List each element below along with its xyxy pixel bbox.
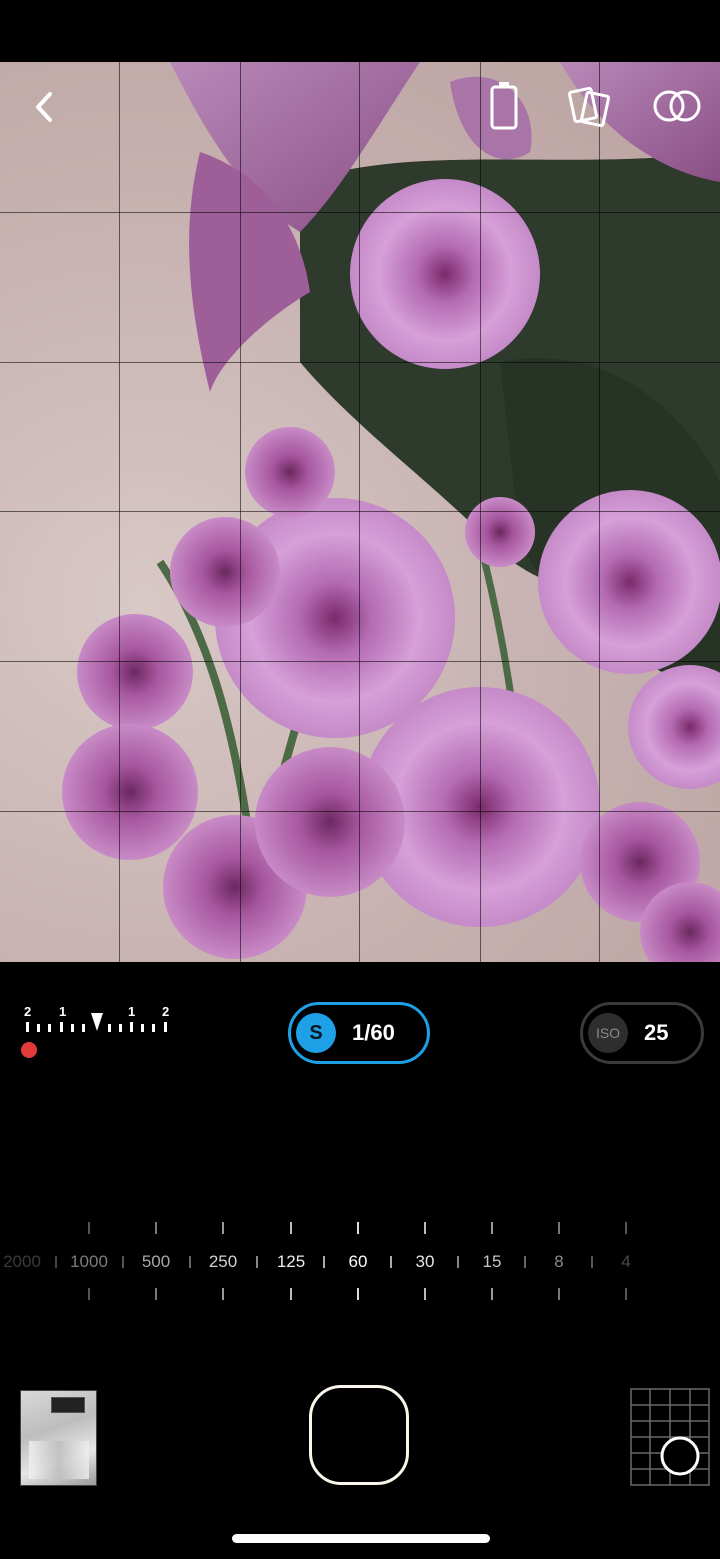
ev-center-marker xyxy=(91,1013,103,1031)
grid-line xyxy=(480,62,481,962)
scale-separator xyxy=(256,1256,258,1268)
scale-tick xyxy=(155,1222,157,1234)
grid-icon[interactable] xyxy=(630,1388,710,1486)
grid-line xyxy=(0,511,720,512)
ev-tick xyxy=(119,1024,122,1032)
home-indicator[interactable] xyxy=(232,1534,490,1543)
iso-control[interactable]: ISO 25 xyxy=(580,1002,704,1064)
scale-tick xyxy=(290,1222,292,1234)
scale-separator xyxy=(524,1256,526,1268)
scale-tick xyxy=(290,1288,292,1300)
scale-label: 1000 xyxy=(70,1252,108,1271)
shutter-mode-badge: S xyxy=(296,1013,336,1053)
double-exposure-icon[interactable] xyxy=(652,88,702,124)
ev-label: 2 xyxy=(24,1004,32,1019)
scale-label: 500 xyxy=(141,1252,171,1271)
scale-label: 250 xyxy=(208,1252,238,1271)
ev-tick xyxy=(152,1024,155,1032)
ev-label: 1 xyxy=(128,1004,136,1019)
scale-label: 2000 xyxy=(3,1252,41,1271)
grid-line xyxy=(0,212,720,213)
scale-label: 8 xyxy=(554,1252,564,1271)
ev-tick xyxy=(164,1022,167,1032)
scale-separator xyxy=(390,1256,392,1268)
chevron-left-icon[interactable] xyxy=(30,90,58,124)
scale-tick xyxy=(88,1288,90,1300)
grid-line xyxy=(599,62,600,962)
ev-tick xyxy=(71,1024,74,1032)
shutter-speed-control[interactable]: S 1/60 xyxy=(288,1002,430,1064)
scale-tick xyxy=(88,1222,90,1234)
ev-label: 2 xyxy=(162,1004,170,1019)
scale-tick xyxy=(222,1222,224,1234)
scale-tick xyxy=(625,1222,627,1234)
scale-label: 125 xyxy=(276,1252,306,1271)
capture-button[interactable] xyxy=(309,1385,409,1485)
scale-tick xyxy=(155,1288,157,1300)
last-photo-thumbnail[interactable] xyxy=(20,1390,97,1486)
battery-icon xyxy=(490,82,518,130)
lens-flip-icon[interactable] xyxy=(566,82,614,130)
ev-tick xyxy=(130,1022,133,1032)
scale-separator xyxy=(323,1256,325,1268)
scale-tick xyxy=(357,1222,359,1234)
ev-tick xyxy=(60,1022,63,1032)
scale-separator xyxy=(55,1256,57,1268)
scale-tick xyxy=(625,1288,627,1300)
ev-tick xyxy=(48,1024,51,1032)
ev-label: 1 xyxy=(59,1004,67,1019)
ev-tick xyxy=(141,1024,144,1032)
scale-label: 4 xyxy=(621,1252,631,1271)
grid-line xyxy=(0,362,720,363)
exposure-indicator-dot xyxy=(21,1042,37,1058)
scale-separator xyxy=(457,1256,459,1268)
shutter-speed-value: 1/60 xyxy=(352,1020,395,1045)
scale-tick xyxy=(491,1222,493,1234)
grid-line xyxy=(0,661,720,662)
scale-tick xyxy=(424,1222,426,1234)
scale-label: 15 xyxy=(482,1252,502,1271)
scale-tick xyxy=(491,1288,493,1300)
camera-preview-image xyxy=(62,62,720,962)
grid-line xyxy=(359,62,360,962)
scale-separator xyxy=(189,1256,191,1268)
thumbnail-detail xyxy=(29,1441,89,1479)
iso-badge: ISO xyxy=(588,1013,628,1053)
scale-separator xyxy=(591,1256,593,1268)
scale-tick xyxy=(222,1288,224,1300)
scale-tick xyxy=(558,1288,560,1300)
scale-label: 30 xyxy=(415,1252,435,1271)
grid-line xyxy=(240,62,241,962)
thumbnail-detail xyxy=(51,1397,85,1413)
scale-separator xyxy=(122,1256,124,1268)
scale-tick xyxy=(558,1222,560,1234)
ev-tick xyxy=(82,1024,85,1032)
scale-tick xyxy=(424,1288,426,1300)
ev-tick xyxy=(108,1024,111,1032)
scale-tick xyxy=(357,1288,359,1300)
ev-tick xyxy=(37,1024,40,1032)
grid-line xyxy=(0,811,720,812)
viewfinder[interactable] xyxy=(0,62,720,962)
ev-tick xyxy=(26,1022,29,1032)
grid-line xyxy=(119,62,120,962)
iso-value: 25 xyxy=(644,1020,669,1045)
scale-label-selected: 60 xyxy=(348,1252,368,1271)
